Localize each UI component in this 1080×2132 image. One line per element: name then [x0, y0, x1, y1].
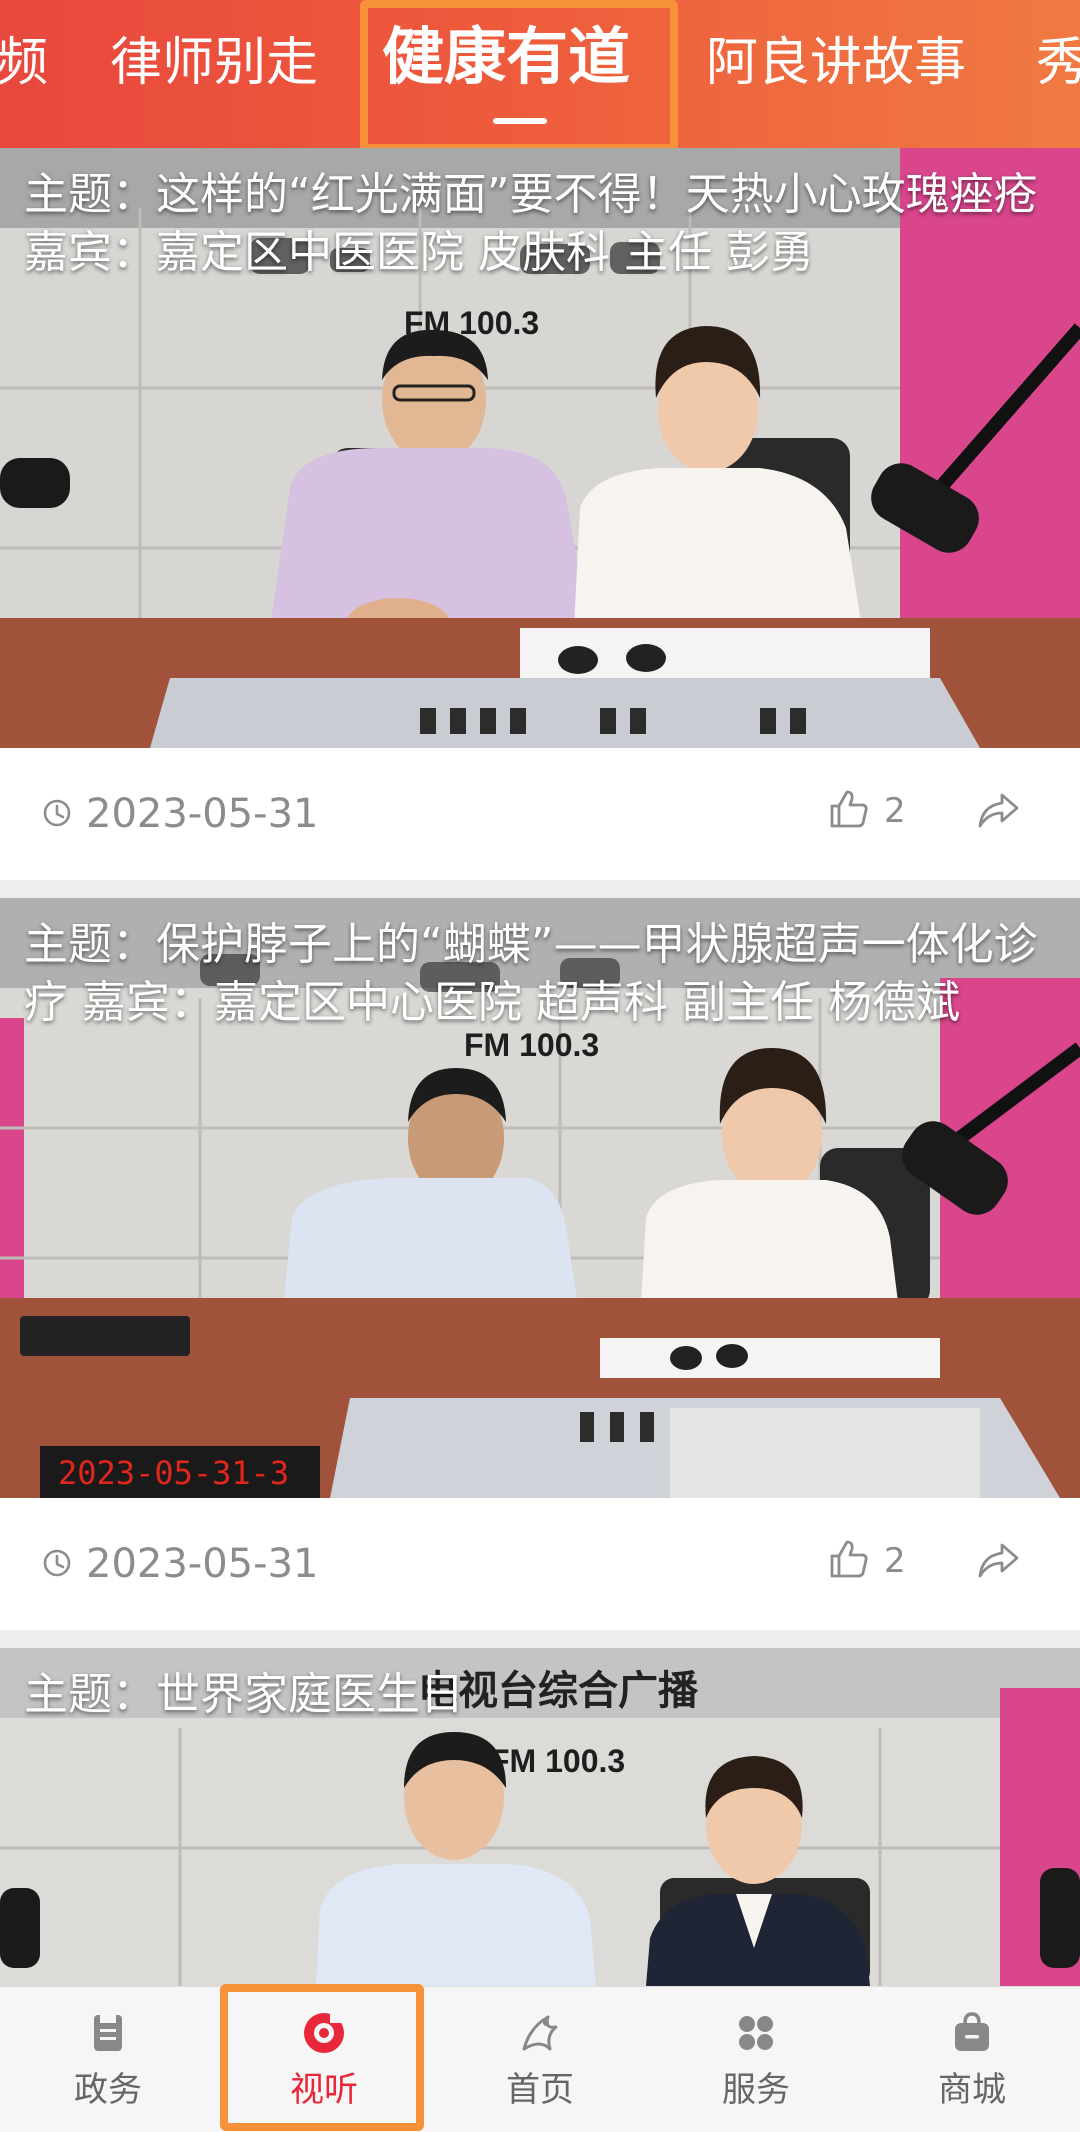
- nav-item-services[interactable]: 服务: [648, 1987, 864, 2132]
- channel-tab-bar: 频 律师别走 健康有道 阿良讲故事 秀: [0, 0, 1080, 148]
- nav-label: 视听: [290, 2070, 358, 2110]
- nav-label: 商城: [938, 2070, 1006, 2110]
- active-tab-indicator: [493, 118, 547, 124]
- video-thumbnail[interactable]: FM 100.3 2023-05-31-3 主题：保护脖子上的“蝴蝶”——甲状腺…: [0, 898, 1080, 1498]
- nav-label: 政务: [74, 2070, 142, 2110]
- share-icon[interactable]: [976, 1540, 1020, 1580]
- desk-clock: 2023-05-31-3: [58, 1454, 289, 1492]
- video-title: 主题：这样的“红光满面”要不得！天热小心玫瑰痤疮 嘉宾：嘉定区中医医院 皮肤科 …: [24, 169, 1038, 278]
- video-card[interactable]: 电视台综合广播 FM 100.3 主题：世界家庭医生日: [0, 1648, 1080, 1986]
- tab-partial-right[interactable]: 秀: [1036, 28, 1080, 98]
- like-count: 2: [884, 1541, 906, 1581]
- video-thumbnail[interactable]: FM 100.3 主题：这样的“红光满面”要不得！天热小心玫瑰痤疮 嘉宾：嘉定区…: [0, 148, 1080, 748]
- share-icon[interactable]: [976, 790, 1020, 830]
- nav-label: 服务: [722, 2070, 790, 2110]
- video-card[interactable]: FM 100.3 主题：这样的“红光满面”要不得！天热小心玫瑰痤疮 嘉宾：嘉定区…: [0, 148, 1080, 880]
- nav-item-media[interactable]: 视听: [216, 1987, 432, 2132]
- video-thumbnail[interactable]: 电视台综合广播 FM 100.3 主题：世界家庭医生日: [0, 1648, 1080, 1986]
- clock-icon: [43, 1549, 71, 1577]
- tab-health[interactable]: 健康有道: [382, 22, 630, 92]
- grid-icon: [739, 2016, 773, 2050]
- shopping-bag-icon: [955, 2012, 989, 2051]
- like-count: 2: [884, 791, 906, 831]
- publish-date: 2023-05-31: [86, 791, 319, 837]
- bottom-navigation: 政务 视听 首页 服务 商城: [0, 1986, 1080, 2132]
- video-title: 主题：保护脖子上的“蝴蝶”——甲状腺超声一体化诊疗 嘉宾：嘉定区中心医院 超声科…: [24, 919, 1038, 1028]
- tab-lawyer[interactable]: 律师别走: [110, 28, 318, 98]
- studio-sign: FM 100.3: [490, 1743, 625, 1779]
- thumbs-up-icon[interactable]: [828, 788, 870, 830]
- tab-storytelling[interactable]: 阿良讲故事: [706, 28, 966, 98]
- nav-item-mall[interactable]: 商城: [864, 1987, 1080, 2132]
- video-card[interactable]: FM 100.3 2023-05-31-3 主题：保护脖子上的“蝴蝶”——甲状腺…: [0, 898, 1080, 1630]
- nav-item-home[interactable]: 首页: [432, 1987, 648, 2132]
- nav-label: 首页: [506, 2070, 574, 2110]
- card-meta-row: 2023-05-31 2: [0, 748, 1080, 880]
- studio-sign: FM 100.3: [464, 1027, 599, 1063]
- thumbs-up-icon[interactable]: [828, 1538, 870, 1580]
- play-circle-icon: [304, 2013, 344, 2053]
- publish-date: 2023-05-31: [86, 1541, 319, 1587]
- nav-item-government[interactable]: 政务: [0, 1987, 216, 2132]
- document-icon: [94, 2015, 122, 2051]
- video-title: 主题：世界家庭医生日: [24, 1669, 464, 1720]
- home-logo-icon: [522, 2015, 558, 2051]
- clock-icon: [43, 799, 71, 827]
- tab-partial-left[interactable]: 频: [0, 28, 48, 98]
- card-meta-row: 2023-05-31 2: [0, 1498, 1080, 1630]
